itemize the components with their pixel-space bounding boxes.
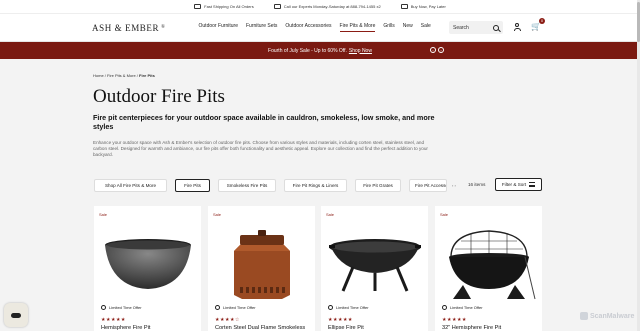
- truck-icon: [194, 4, 202, 9]
- rating-stars: ★★★★★: [328, 317, 353, 323]
- corten-fire-pit-image: [233, 230, 290, 299]
- logo[interactable]: ASH & EMBER ®: [92, 23, 166, 33]
- phone-icon: [273, 4, 281, 9]
- product-image[interactable]: [94, 224, 201, 306]
- search-icon[interactable]: [493, 24, 499, 31]
- product-card[interactable]: Sale Limited Time Offer ★★★★★ 32" Hemisp…: [435, 206, 542, 331]
- nav-outdoor-accessories[interactable]: Outdoor Accessories: [285, 23, 331, 32]
- cart-icon[interactable]: 🛒 0: [531, 18, 545, 32]
- card-icon: [400, 4, 408, 9]
- promo-next-icon[interactable]: ›: [438, 47, 444, 53]
- promo-text: Fourth of July Sale - Up to 60% Off.: [268, 47, 347, 54]
- page-title: Outdoor Fire Pits: [93, 86, 225, 107]
- promo-link[interactable]: Shop Now: [349, 48, 372, 54]
- product-card[interactable]: Sale Limited Time Offer ★★★★★ Ellipse Fi…: [321, 206, 428, 331]
- search-placeholder: Search: [453, 24, 469, 31]
- page-subtitle: Fire pit centerpieces for your outdoor s…: [93, 113, 435, 131]
- item-count: 16 items: [468, 182, 486, 187]
- utility-bar: Fast Shipping On All Orders Call our Exp…: [0, 0, 640, 14]
- breadcrumb-home[interactable]: Home: [93, 73, 104, 78]
- promo-bar: Fourth of July Sale - Up to 60% Off. Sho…: [0, 42, 640, 59]
- breadcrumb-parent[interactable]: Fire Pits & More: [107, 73, 136, 78]
- watermark-text: ScanMalware: [590, 312, 635, 320]
- bowl-fire-pit-image: [104, 239, 191, 289]
- offer-text: Limited Time Offer: [336, 305, 369, 310]
- filter-sort-button[interactable]: Filter & Sort: [495, 178, 542, 191]
- product-card[interactable]: Sale Limited Time Offer ★★★★☆ Corten Ste…: [208, 206, 315, 331]
- logo-mark: ®: [161, 25, 166, 30]
- product-image[interactable]: [321, 224, 428, 306]
- shipping-info[interactable]: Fast Shipping On All Orders: [194, 4, 254, 9]
- clock-icon: [442, 305, 447, 310]
- cart-count-badge: 0: [539, 18, 545, 24]
- filter-bar: Shop All Fire Pits & More Fire Pits Smok…: [94, 178, 543, 192]
- offer-text: Limited Time Offer: [109, 305, 142, 310]
- phone-label: Call our Experts Monday-Saturday at 888-…: [283, 4, 381, 9]
- breadcrumb-current: Fire Pits: [139, 73, 155, 78]
- bnpl-info[interactable]: Buy Now, Pay Later: [400, 4, 446, 9]
- chip-scroll-arrows[interactable]: ‹ ›: [452, 183, 462, 188]
- nav-sale[interactable]: Sale: [421, 23, 431, 32]
- offer-text: Limited Time Offer: [223, 305, 256, 310]
- breadcrumb: Home / Fire Pits & More / Fire Pits: [93, 73, 553, 78]
- product-name[interactable]: Ellipse Fire Pit: [328, 325, 364, 331]
- product-name[interactable]: Hemisphere Fire Pit: [101, 325, 150, 331]
- phone-info[interactable]: Call our Experts Monday-Saturday at 888-…: [273, 4, 381, 9]
- page-description: Enhance your outdoor space with Ash & Em…: [93, 140, 428, 157]
- chip-grates[interactable]: Fire Pit Grates: [355, 178, 401, 192]
- offer-label: Limited Time Offer: [101, 305, 142, 310]
- chip-fire-pits[interactable]: Fire Pits: [175, 178, 210, 192]
- search-input[interactable]: Search: [449, 21, 503, 34]
- ellipse-fire-pit-image: [328, 239, 421, 292]
- chip-smokeless[interactable]: Smokeless Fire Pits: [218, 178, 276, 192]
- offer-label: Limited Time Offer: [442, 305, 483, 310]
- product-card[interactable]: Sale Limited Time Offer ★★★★★ Hemisphere…: [94, 206, 201, 331]
- promo-prev-icon[interactable]: ‹: [430, 47, 436, 53]
- product-image[interactable]: [435, 224, 542, 306]
- rating-stars: ★★★★☆: [215, 317, 240, 323]
- offer-text: Limited Time Offer: [450, 305, 483, 310]
- chip-accessories[interactable]: Fire Pit Accessories: [409, 178, 447, 192]
- nav-fire-pits-more[interactable]: Fire Pits & More: [339, 23, 376, 32]
- collection-intro: Home / Fire Pits & More / Fire Pits Outd…: [93, 73, 553, 158]
- sale-badge: Sale: [213, 212, 222, 217]
- chat-icon: [11, 312, 21, 318]
- product-name[interactable]: Corten Steel Dual Flame Smokeless: [215, 325, 305, 331]
- sale-badge: Sale: [440, 212, 449, 217]
- sale-badge: Sale: [99, 212, 108, 217]
- chip-shop-all[interactable]: Shop All Fire Pits & More: [94, 178, 167, 192]
- bnpl-label: Buy Now, Pay Later: [410, 4, 446, 9]
- product-image[interactable]: [208, 224, 315, 306]
- logo-text: ASH & EMBER: [92, 22, 160, 33]
- offer-label: Limited Time Offer: [215, 305, 256, 310]
- clock-icon: [215, 305, 220, 310]
- nav-grills[interactable]: Grills: [383, 23, 394, 32]
- hemisphere-32-fire-pit-image: [448, 230, 535, 300]
- product-name[interactable]: 32" Hemisphere Fire Pit: [442, 325, 501, 331]
- offer-label: Limited Time Offer: [328, 305, 369, 310]
- chip-rings-liners[interactable]: Fire Pit Rings & Liners: [284, 178, 347, 192]
- main-nav: Outdoor Furniture Furniture Sets Outdoor…: [199, 23, 431, 32]
- shield-icon: [580, 312, 588, 320]
- clock-icon: [328, 305, 333, 310]
- nav-outdoor-furniture[interactable]: Outdoor Furniture: [199, 23, 238, 32]
- clock-icon: [101, 305, 106, 310]
- watermark: ScanMalware: [580, 312, 634, 320]
- nav-new[interactable]: New: [403, 23, 413, 32]
- sale-badge: Sale: [326, 212, 335, 217]
- nav-furniture-sets[interactable]: Furniture Sets: [246, 23, 277, 32]
- chat-button[interactable]: [4, 303, 28, 327]
- site-header: ASH & EMBER ® Outdoor Furniture Furniture…: [0, 14, 640, 42]
- rating-stars: ★★★★★: [442, 317, 467, 323]
- shipping-label: Fast Shipping On All Orders: [204, 4, 254, 9]
- filter-sort-label: Filter & Sort: [501, 182, 527, 187]
- account-icon[interactable]: [513, 23, 521, 32]
- sliders-icon: [529, 182, 536, 187]
- rating-stars: ★★★★★: [101, 317, 126, 323]
